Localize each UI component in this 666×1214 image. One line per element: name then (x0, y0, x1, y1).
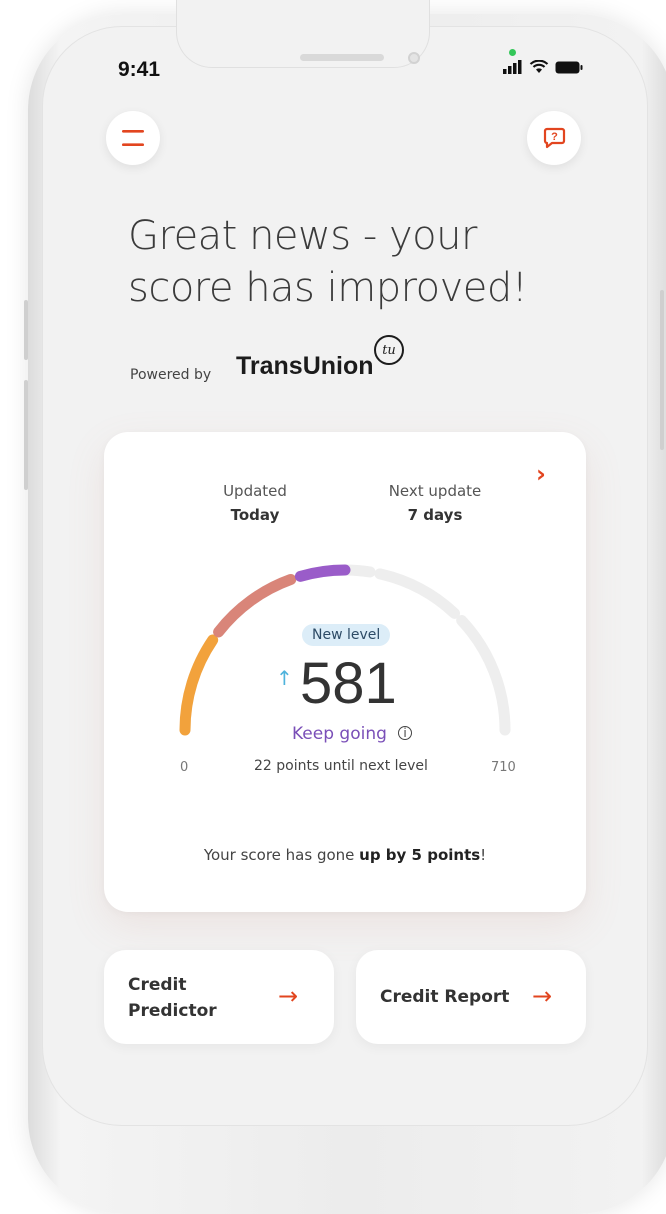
gauge-max-label: 710 (491, 760, 516, 775)
gauge-track-segment (374, 568, 461, 619)
hamburger-menu-icon (122, 130, 144, 146)
battery-icon (555, 61, 583, 74)
score-change-text: Your score has gone up by 5 points! (104, 846, 586, 864)
phone-speaker (300, 54, 384, 61)
credit-report-card[interactable]: Credit Report → (356, 950, 586, 1044)
info-icon[interactable]: i (398, 726, 412, 740)
credit-predictor-label: Credit Predictor (128, 972, 217, 1024)
phone-side-button (660, 290, 664, 450)
score-change-prefix: Your score has gone (203, 846, 360, 864)
credit-score: 581 (300, 651, 397, 716)
updated-info: Updated Today (190, 482, 320, 524)
score-change-suffix: ! (480, 846, 487, 864)
svg-text:?: ? (551, 131, 558, 143)
next-update-info: Next update 7 days (370, 482, 500, 524)
phone-camera (408, 52, 420, 64)
gauge-fill-segment (294, 564, 351, 582)
gauge-fill-segment (179, 634, 219, 736)
credit-predictor-card[interactable]: Credit Predictor → (104, 950, 334, 1044)
new-level-badge: New level (302, 624, 391, 646)
credit-report-label: Credit Report (380, 987, 510, 1007)
gauge-fill-segment (213, 573, 297, 638)
arrow-right-icon: → (532, 982, 553, 1010)
page-title: Great news - your score has improved! (128, 213, 528, 311)
credit-predictor-label-line1: Credit (128, 975, 187, 995)
transunion-logo: TransUnion (236, 352, 374, 380)
next-update-value: 7 days (407, 506, 463, 524)
status-icons (503, 60, 583, 74)
transunion-mark-icon: tu (374, 335, 404, 365)
credit-predictor-label-line2: Predictor (128, 1001, 217, 1021)
score-change-amount: up by 5 points (359, 846, 481, 864)
powered-by-label: Powered by (130, 367, 212, 383)
updated-label: Updated (223, 482, 287, 500)
updated-value: Today (230, 506, 280, 524)
status-time: 9:41 (118, 58, 161, 81)
chevron-right-icon[interactable]: › (536, 460, 546, 488)
points-until-next-level: 22 points until next level (254, 758, 428, 774)
next-update-label: Next update (388, 482, 482, 500)
phone-side-button (24, 380, 28, 490)
phone-side-button (24, 300, 28, 360)
privacy-indicator (509, 49, 516, 56)
signal-icon (503, 60, 522, 74)
arrow-right-icon: → (278, 982, 299, 1010)
chat-help-icon: ? (543, 127, 566, 149)
wifi-icon (529, 60, 549, 73)
gauge-track-segment (456, 614, 511, 736)
arrow-up-icon: ↑ (276, 666, 293, 690)
score-status: Keep going (292, 724, 387, 744)
gauge-min-label: 0 (180, 760, 189, 775)
menu-button[interactable] (106, 111, 160, 165)
help-button[interactable]: ? (527, 111, 581, 165)
